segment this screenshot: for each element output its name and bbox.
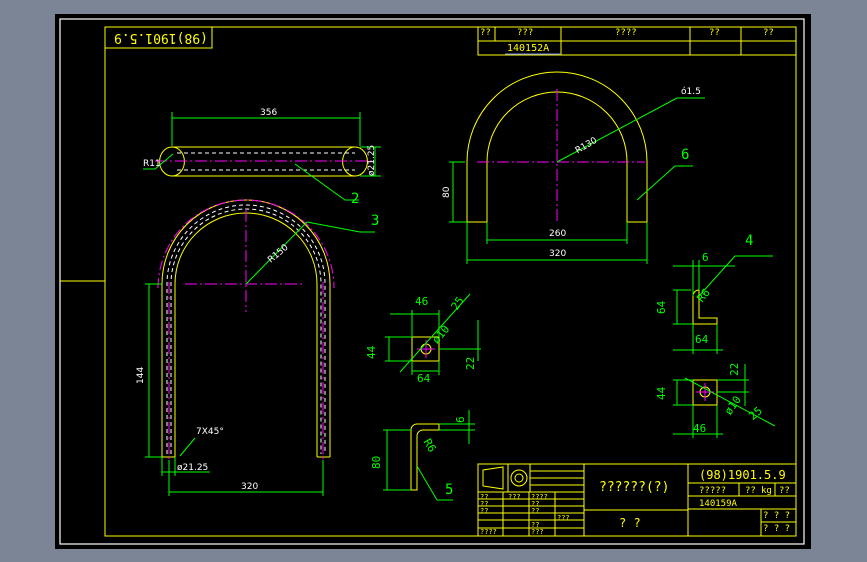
dim-320b: 320 <box>549 249 567 259</box>
callout-2: 2 <box>351 191 360 207</box>
cad-viewport[interactable]: (98)1901.5.9 ?? ??? ???? ?? ?? 140152A 3… <box>55 14 811 549</box>
top-table-h4: ?? <box>763 28 774 38</box>
callout-3: 3 <box>371 213 380 229</box>
dim-64a: 64 <box>417 372 431 385</box>
dim-46a: 46 <box>415 295 429 308</box>
dim-46b: 46 <box>693 422 707 435</box>
part5-bracket <box>383 410 475 501</box>
dim-r11: R11 <box>143 159 161 169</box>
dim-22b: 22 <box>728 362 741 376</box>
inner-frame <box>104 26 797 537</box>
dim-6a: 6 <box>454 416 467 423</box>
dim-d2125b: ø21.25 <box>177 463 209 473</box>
callout-4: 4 <box>745 233 754 249</box>
dim-64c: 64 <box>695 333 709 346</box>
dim-320a: 320 <box>241 482 259 492</box>
title-block-weight-unit: kg <box>761 486 772 496</box>
dim-64b: 64 <box>655 300 668 314</box>
title-block-weight-label: ????? <box>699 486 727 496</box>
dim-260: 260 <box>549 229 567 239</box>
top-table-h0: ?? <box>480 28 491 38</box>
top-table-h3: ?? <box>709 28 720 38</box>
part6-u-clamp <box>449 71 705 264</box>
dim-356: 356 <box>260 108 278 118</box>
dim-6b: 6 <box>702 251 709 264</box>
dim-22a: 22 <box>464 356 477 370</box>
tb-cell-1: ??? <box>508 493 521 501</box>
dim-144: 144 <box>136 366 146 384</box>
tb-cell-5: ?? <box>480 507 489 515</box>
top-table-part-no: 140152A <box>507 43 550 54</box>
title-block-sheet-b: ? ? ? <box>763 524 791 534</box>
title-block-title: ??????(?) <box>599 480 670 495</box>
title-block-part-no: 140159A <box>699 499 737 509</box>
top-table-h1: ??? <box>517 28 534 38</box>
dim-chamfer: 7X45° <box>196 427 224 437</box>
tb-cell-10: ??? <box>531 528 544 536</box>
projection-symbol <box>482 466 528 490</box>
dim-80a: 80 <box>442 186 452 198</box>
code-box-text: (98)1901.5.9 <box>114 30 208 45</box>
dim-d2125a: ø21.25 <box>367 144 377 176</box>
plate-part-b <box>673 364 776 438</box>
top-table-h2: ???? <box>615 28 637 38</box>
part3-u-tube <box>145 199 375 496</box>
tb-cell-6: ?? <box>531 507 540 515</box>
dim-d15: ó1.5 <box>681 87 701 97</box>
tb-cell-8: ???? <box>480 528 497 536</box>
part4-bracket <box>673 255 773 354</box>
title-block-subtitle: ? ? <box>619 516 641 530</box>
title-block-sheet-a: ? ? ? <box>763 511 791 521</box>
callout-5: 5 <box>445 482 454 498</box>
title-block-weight-value: ?? <box>745 486 756 496</box>
part2-straight-tube <box>143 112 381 201</box>
dim-44b: 44 <box>655 386 668 400</box>
dim-44a: 44 <box>365 345 378 359</box>
title-block-scale: ?? <box>779 486 790 496</box>
dim-80b: 80 <box>370 455 383 469</box>
title-block-code: (98)1901.5.9 <box>699 468 786 482</box>
callout-6: 6 <box>681 147 690 163</box>
tb-cell-7: ??? <box>557 514 570 522</box>
